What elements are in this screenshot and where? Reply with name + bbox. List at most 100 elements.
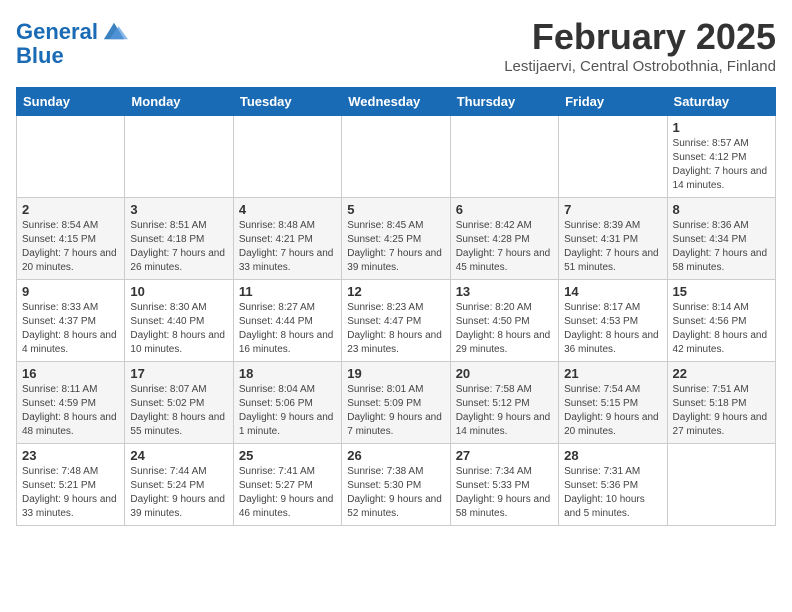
day-number: 26 [347,448,444,463]
day-info: Sunrise: 7:38 AM Sunset: 5:30 PM Dayligh… [347,465,444,521]
calendar-day-header: Monday [125,88,233,116]
day-number: 28 [564,448,661,463]
day-number: 23 [22,448,119,463]
calendar-day-cell [233,116,341,198]
calendar-day-cell: 5Sunrise: 8:45 AM Sunset: 4:25 PM Daylig… [342,198,450,280]
calendar-day-cell: 15 Sunrise: 8:14 AM Sunset: 4:56 PM Dayli… [667,280,775,362]
calendar-day-header: Sunday [17,88,125,116]
calendar-week-row: 23 Sunrise: 7:48 AM Sunset: 5:21 PM Dayli… [17,444,776,526]
calendar-day-cell: 8Sunrise: 8:36 AM Sunset: 4:34 PM Daylig… [667,198,775,280]
day-info: Sunrise: 8:04 AM Sunset: 5:06 PM Dayligh… [239,383,336,439]
day-number: 12 [347,284,444,299]
calendar-day-header: Tuesday [233,88,341,116]
day-number: 1 [673,120,770,135]
calendar-day-cell: 10Sunrise: 8:30 AM Sunset: 4:40 PM Dayli… [125,280,233,362]
day-number: 7 [564,202,661,217]
day-number: 8 [673,202,770,217]
calendar-day-cell [450,116,558,198]
day-number: 22 [673,366,770,381]
calendar-week-row: 1 Sunrise: 8:57 AM Sunset: 4:12 PM Daylig… [17,116,776,198]
day-info: Sunrise: 8:23 AM Sunset: 4:47 PM Dayligh… [347,301,444,357]
day-info: Sunrise: 8:20 AM Sunset: 4:50 PM Dayligh… [456,301,553,357]
logo-icon [100,19,128,43]
day-number: 19 [347,366,444,381]
calendar-week-row: 9Sunrise: 8:33 AM Sunset: 4:37 PM Daylig… [17,280,776,362]
calendar-day-cell: 23 Sunrise: 7:48 AM Sunset: 5:21 PM Dayli… [17,444,125,526]
day-info: Sunrise: 8:54 AM Sunset: 4:15 PM Dayligh… [22,219,119,275]
title-section: February 2025 Lestijaervi, Central Ostro… [504,16,776,75]
calendar-day-cell [559,116,667,198]
calendar-day-header: Friday [559,88,667,116]
calendar-day-cell: 20 Sunrise: 7:58 AM Sunset: 5:12 PM Dayli… [450,362,558,444]
day-number: 20 [456,366,553,381]
calendar-day-cell: 9Sunrise: 8:33 AM Sunset: 4:37 PM Daylig… [17,280,125,362]
day-info: Sunrise: 8:07 AM Sunset: 5:02 PM Dayligh… [130,383,227,439]
day-info: Sunrise: 7:34 AM Sunset: 5:33 PM Dayligh… [456,465,553,521]
day-info: Sunrise: 7:31 AM Sunset: 5:36 PM Dayligh… [564,465,661,521]
calendar-day-cell [17,116,125,198]
day-number: 17 [130,366,227,381]
calendar-day-cell: 6 Sunrise: 8:42 AM Sunset: 4:28 PM Daylig… [450,198,558,280]
day-number: 11 [239,284,336,299]
calendar-day-cell: 28 Sunrise: 7:31 AM Sunset: 5:36 PM Dayli… [559,444,667,526]
calendar-day-header: Wednesday [342,88,450,116]
calendar-day-cell: 26 Sunrise: 7:38 AM Sunset: 5:30 PM Dayli… [342,444,450,526]
day-info: Sunrise: 8:48 AM Sunset: 4:21 PM Dayligh… [239,219,336,275]
day-info: Sunrise: 7:58 AM Sunset: 5:12 PM Dayligh… [456,383,553,439]
day-info: Sunrise: 8:30 AM Sunset: 4:40 PM Dayligh… [130,301,227,357]
calendar-day-cell: 22 Sunrise: 7:51 AM Sunset: 5:18 PM Dayli… [667,362,775,444]
calendar-day-cell: 12 Sunrise: 8:23 AM Sunset: 4:47 PM Dayli… [342,280,450,362]
calendar-day-cell: 17 Sunrise: 8:07 AM Sunset: 5:02 PM Dayli… [125,362,233,444]
day-number: 13 [456,284,553,299]
calendar-day-cell: 16 Sunrise: 8:11 AM Sunset: 4:59 PM Dayli… [17,362,125,444]
day-number: 27 [456,448,553,463]
calendar-day-cell [667,444,775,526]
calendar-day-cell: 27 Sunrise: 7:34 AM Sunset: 5:33 PM Dayli… [450,444,558,526]
day-info: Sunrise: 8:11 AM Sunset: 4:59 PM Dayligh… [22,383,119,439]
day-number: 4 [239,202,336,217]
day-number: 16 [22,366,119,381]
calendar-week-row: 16 Sunrise: 8:11 AM Sunset: 4:59 PM Dayli… [17,362,776,444]
day-info: Sunrise: 8:39 AM Sunset: 4:31 PM Dayligh… [564,219,661,275]
logo-blue-text: Blue [16,44,64,68]
logo: General Blue [16,20,128,68]
day-number: 18 [239,366,336,381]
calendar-day-cell: 19 Sunrise: 8:01 AM Sunset: 5:09 PM Dayli… [342,362,450,444]
day-info: Sunrise: 7:41 AM Sunset: 5:27 PM Dayligh… [239,465,336,521]
day-info: Sunrise: 8:17 AM Sunset: 4:53 PM Dayligh… [564,301,661,357]
calendar-day-cell: 18 Sunrise: 8:04 AM Sunset: 5:06 PM Dayli… [233,362,341,444]
day-info: Sunrise: 8:42 AM Sunset: 4:28 PM Dayligh… [456,219,553,275]
day-info: Sunrise: 8:01 AM Sunset: 5:09 PM Dayligh… [347,383,444,439]
day-number: 3 [130,202,227,217]
day-info: Sunrise: 7:44 AM Sunset: 5:24 PM Dayligh… [130,465,227,521]
calendar-day-header: Thursday [450,88,558,116]
day-info: Sunrise: 8:27 AM Sunset: 4:44 PM Dayligh… [239,301,336,357]
calendar-table: SundayMondayTuesdayWednesdayThursdayFrid… [16,87,776,526]
day-info: Sunrise: 8:14 AM Sunset: 4:56 PM Dayligh… [673,301,770,357]
calendar-day-cell: 2Sunrise: 8:54 AM Sunset: 4:15 PM Daylig… [17,198,125,280]
day-number: 25 [239,448,336,463]
calendar-header-row: SundayMondayTuesdayWednesdayThursdayFrid… [17,88,776,116]
calendar-day-header: Saturday [667,88,775,116]
day-info: Sunrise: 7:48 AM Sunset: 5:21 PM Dayligh… [22,465,119,521]
calendar-day-cell: 11 Sunrise: 8:27 AM Sunset: 4:44 PM Dayli… [233,280,341,362]
calendar-day-cell: 13 Sunrise: 8:20 AM Sunset: 4:50 PM Dayli… [450,280,558,362]
calendar-day-cell: 4 Sunrise: 8:48 AM Sunset: 4:21 PM Daylig… [233,198,341,280]
day-number: 14 [564,284,661,299]
calendar-day-cell [125,116,233,198]
day-number: 24 [130,448,227,463]
calendar-day-cell: 1 Sunrise: 8:57 AM Sunset: 4:12 PM Daylig… [667,116,775,198]
day-number: 6 [456,202,553,217]
calendar-day-cell: 14 Sunrise: 8:17 AM Sunset: 4:53 PM Dayli… [559,280,667,362]
day-info: Sunrise: 8:57 AM Sunset: 4:12 PM Dayligh… [673,137,770,193]
day-info: Sunrise: 8:33 AM Sunset: 4:37 PM Dayligh… [22,301,119,357]
day-info: Sunrise: 7:51 AM Sunset: 5:18 PM Dayligh… [673,383,770,439]
calendar-day-cell: 24 Sunrise: 7:44 AM Sunset: 5:24 PM Dayli… [125,444,233,526]
calendar-subtitle: Lestijaervi, Central Ostrobothnia, Finla… [504,58,776,75]
calendar-title: February 2025 [504,16,776,58]
day-number: 15 [673,284,770,299]
calendar-day-cell: 3 Sunrise: 8:51 AM Sunset: 4:18 PM Daylig… [125,198,233,280]
day-info: Sunrise: 7:54 AM Sunset: 5:15 PM Dayligh… [564,383,661,439]
day-number: 21 [564,366,661,381]
day-info: Sunrise: 8:51 AM Sunset: 4:18 PM Dayligh… [130,219,227,275]
